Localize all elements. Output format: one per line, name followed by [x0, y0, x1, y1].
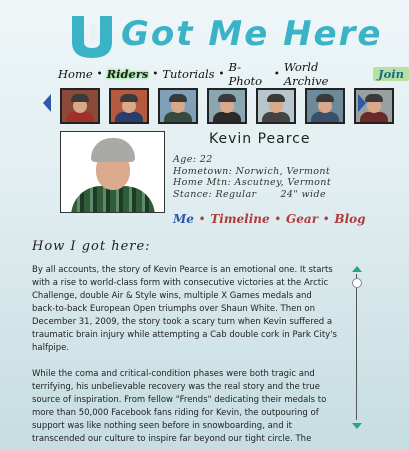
rider-thumbnail[interactable] [256, 88, 296, 124]
thumbnail-body [115, 112, 143, 122]
scrollbar-thumb[interactable] [352, 278, 362, 288]
nav-separator-dot: • [96, 68, 103, 80]
thumbnail-body [311, 112, 339, 122]
portrait-shirt [71, 186, 155, 212]
chevron-right-icon[interactable] [358, 94, 366, 112]
story-title: How I got here: [32, 239, 151, 254]
tab-timeline[interactable]: Timeline [210, 212, 269, 226]
fact-stance: Stance: Regular 24" wide [173, 188, 326, 200]
thumbnail-body [164, 112, 192, 122]
nav-item-riders[interactable]: Riders [107, 67, 149, 81]
join-button[interactable]: Join [373, 67, 409, 81]
tab-me[interactable]: Me [173, 212, 194, 226]
story-paragraph: While the coma and critical-condition ph… [32, 369, 327, 444]
nav-item-tutorials[interactable]: Tutorials [162, 67, 214, 81]
nav-separator-dot: • [218, 68, 225, 80]
thumbnail-hat [316, 94, 334, 102]
rider-thumbnail[interactable] [60, 88, 100, 124]
rider-thumbnail[interactable] [305, 88, 345, 124]
nav-separator-dot: • [273, 68, 280, 80]
scroll-up-arrow-icon[interactable] [352, 266, 362, 272]
thumbnail-hat [267, 94, 285, 102]
fact-home-mountain: Home Mtn: Ascutney, Vermont [173, 177, 332, 188]
rider-portrait [60, 131, 165, 213]
main-nav: Home • Riders • Tutorials • B-Photo • Wo… [58, 60, 409, 88]
fact-hometown: Hometown: Norwich, Vermont [173, 165, 331, 177]
rider-carousel [0, 86, 409, 126]
scroll-down-arrow-icon[interactable] [352, 423, 362, 429]
fact-age: Age: 22 [173, 154, 213, 165]
chevron-left-icon[interactable] [43, 94, 51, 112]
story-paragraph: By all accounts, the story of Kevin Pear… [32, 265, 337, 353]
profile-subnav: Me • Timeline • Gear • Blog [173, 212, 366, 226]
thumbnail-hat [169, 94, 187, 102]
subnav-separator-dot: • [323, 213, 330, 225]
site-header: Got Me Here [0, 0, 409, 62]
thumbnail-hat [71, 94, 89, 102]
subnav-separator-dot: • [198, 213, 206, 225]
thumbnail-body [66, 112, 94, 122]
tab-gear[interactable]: Gear [286, 212, 318, 226]
thumbnail-hat [365, 94, 383, 102]
nav-separator-dot: • [152, 68, 159, 80]
rider-thumbnail[interactable] [109, 88, 149, 124]
thumbnail-hat [120, 94, 138, 102]
brand-title[interactable]: Got Me Here [121, 14, 382, 54]
nav-item-b-photo[interactable]: B-Photo [228, 60, 269, 88]
rider-facts: Age: 22 Hometown: Norwich, Vermont Home … [173, 154, 331, 200]
thumbnail-hat [218, 94, 236, 102]
rider-thumbnail[interactable] [158, 88, 198, 124]
scrollbar-track[interactable] [356, 274, 357, 420]
nav-item-world-archive[interactable]: World Archive [284, 60, 358, 88]
rider-thumbnail[interactable] [207, 88, 247, 124]
nav-item-home[interactable]: Home [58, 67, 93, 81]
thumbnail-body [262, 112, 290, 122]
u-turn-logo-icon[interactable] [70, 14, 114, 60]
story-text[interactable]: By all accounts, the story of Kevin Pear… [32, 264, 337, 450]
rider-name: Kevin Pearce [209, 131, 311, 147]
thumbnail-body [213, 112, 241, 122]
thumbnail-body [360, 112, 388, 122]
subnav-separator-dot: • [274, 213, 282, 225]
tab-blog[interactable]: Blog [334, 212, 365, 226]
portrait-beanie [91, 138, 135, 162]
